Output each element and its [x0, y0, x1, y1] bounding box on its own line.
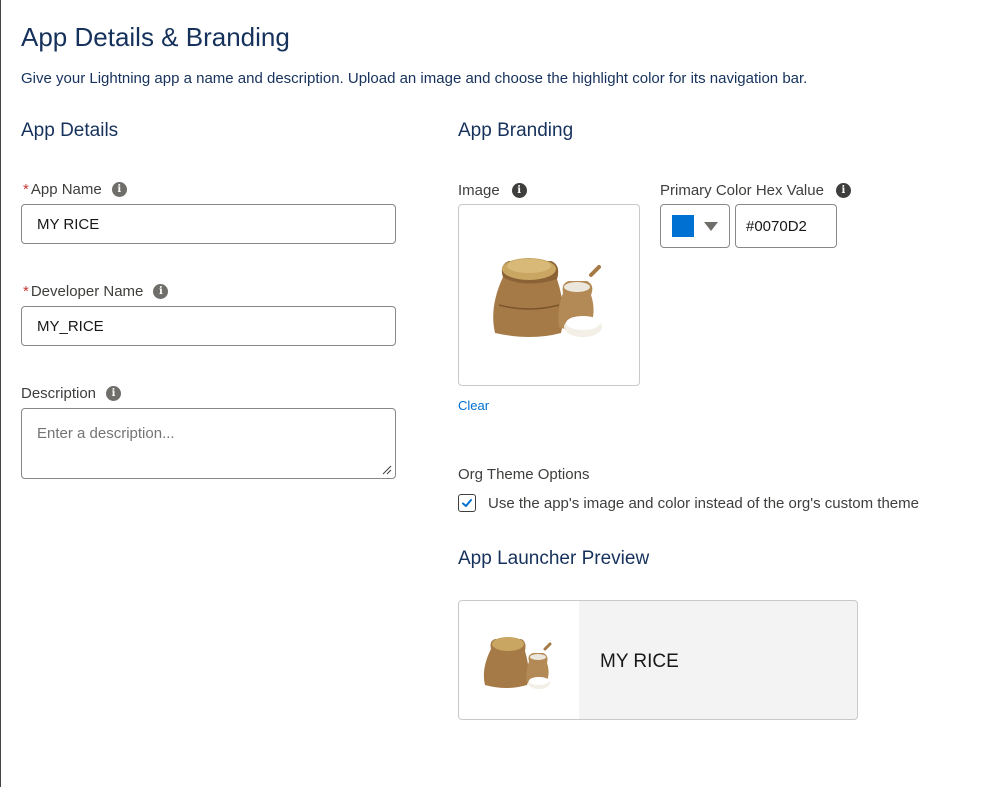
developer-name-label: Developer Name — [30, 283, 144, 300]
required-marker: * — [23, 181, 29, 198]
preview-app-name: MY RICE — [600, 651, 679, 672]
page-description: Give your Lightning app a name and descr… — [21, 70, 808, 87]
app-launcher-preview-card: MY RICE — [458, 600, 858, 720]
description-textarea[interactable]: Enter a description... — [21, 408, 396, 479]
app-name-label-row: * App Name i — [23, 181, 127, 198]
required-marker: * — [23, 283, 29, 300]
window-left-border — [0, 0, 1, 787]
developer-name-value: MY_RICE — [37, 317, 104, 335]
app-name-value: MY RICE — [37, 215, 100, 233]
launcher-preview-heading: App Launcher Preview — [458, 548, 650, 569]
description-label: Description — [21, 385, 97, 402]
primary-color-label-row: Primary Color Hex Value i — [660, 182, 851, 199]
info-icon[interactable]: i — [111, 182, 127, 197]
app-name-input[interactable]: MY RICE — [21, 204, 396, 244]
app-image-upload[interactable] — [458, 204, 640, 386]
rice-sack-image — [493, 258, 602, 337]
hex-color-input[interactable]: #0070D2 — [735, 204, 837, 248]
resize-grip-icon[interactable] — [382, 465, 392, 475]
description-placeholder: Enter a description... — [37, 425, 175, 442]
org-theme-label: Org Theme Options — [458, 466, 590, 483]
info-icon[interactable]: i — [835, 183, 851, 198]
page-title: App Details & Branding — [21, 22, 290, 52]
color-picker-button[interactable] — [660, 204, 730, 248]
org-theme-checkbox[interactable] — [458, 494, 476, 512]
description-label-row: Description i — [21, 385, 122, 402]
clear-image-link[interactable]: Clear — [458, 398, 489, 413]
developer-name-input[interactable]: MY_RICE — [21, 306, 396, 346]
info-icon[interactable]: i — [511, 183, 527, 198]
image-label-row: Image i — [458, 182, 527, 199]
chevron-down-icon — [704, 221, 718, 231]
org-theme-checkbox-label[interactable]: Use the app's image and color instead of… — [488, 495, 919, 512]
app-name-label: App Name — [30, 181, 102, 198]
image-label: Image — [458, 182, 500, 199]
checkmark-icon — [462, 499, 472, 507]
developer-name-label-row: * Developer Name i — [23, 283, 169, 300]
color-swatch — [672, 215, 694, 237]
app-branding-heading: App Branding — [458, 120, 574, 141]
preview-image-area — [459, 601, 579, 719]
info-icon[interactable]: i — [153, 284, 169, 299]
rice-sack-thumbnail — [483, 637, 552, 689]
primary-color-label: Primary Color Hex Value — [660, 182, 824, 199]
info-icon[interactable]: i — [106, 386, 122, 401]
hex-color-value: #0070D2 — [746, 217, 807, 235]
app-details-heading: App Details — [21, 120, 119, 141]
